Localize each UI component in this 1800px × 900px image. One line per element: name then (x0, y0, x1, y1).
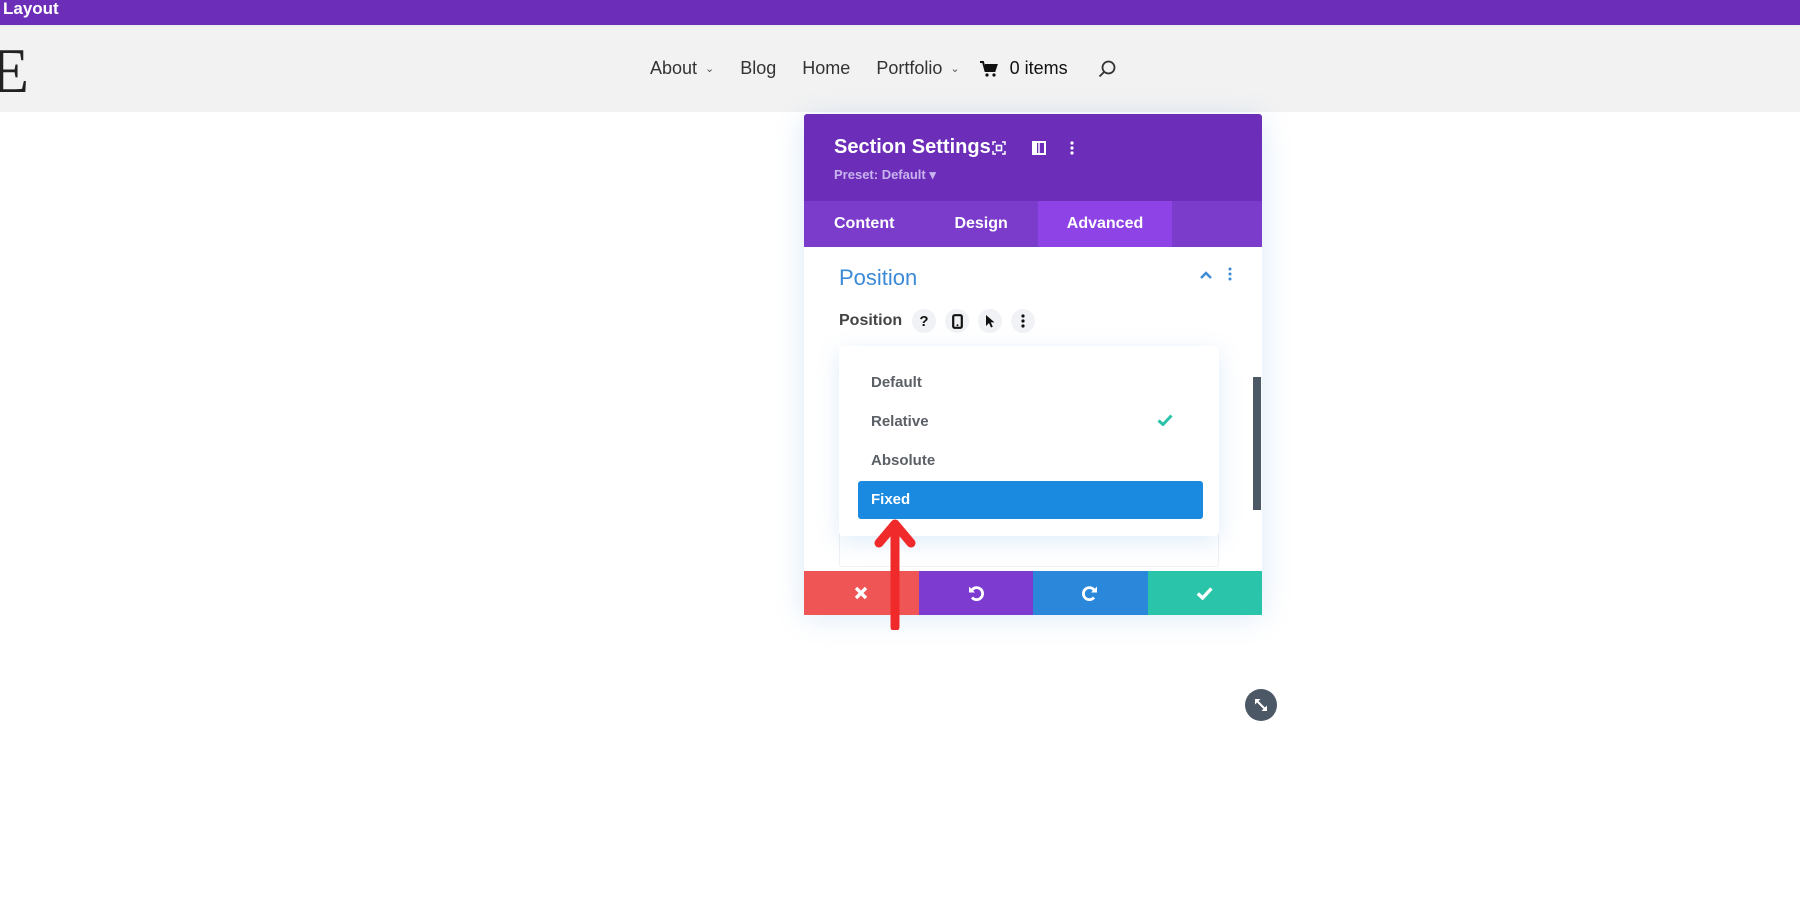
nav-item-home[interactable]: Home (802, 58, 850, 79)
builder-title: Layout (3, 0, 59, 18)
nav-label: Home (802, 58, 851, 78)
builder-top-bar: Layout (0, 0, 1800, 25)
search-button[interactable] (1098, 60, 1116, 78)
tab-design[interactable]: Design (924, 201, 1037, 247)
tab-advanced[interactable]: Advanced (1037, 201, 1172, 247)
option-default[interactable]: Default (858, 364, 1203, 402)
position-field-label: Position (839, 312, 903, 329)
nav-label: Portfolio (876, 58, 943, 78)
undo-icon (968, 586, 984, 602)
close-icon (855, 586, 868, 600)
settings-scrollbar[interactable] (1253, 377, 1261, 510)
option-absolute[interactable]: Absolute (858, 442, 1203, 480)
option-label: Fixed (871, 491, 911, 508)
main-nav: About ⌄ Blog Home Portfolio ⌄ 0 items (650, 58, 1116, 79)
check-icon (1157, 403, 1173, 441)
preset-selector[interactable]: Preset: Default ▾ (834, 167, 936, 183)
sidebar-layout-icon[interactable] (1027, 136, 1051, 160)
option-fixed[interactable]: Fixed (858, 481, 1203, 519)
annotation-arrow-icon (874, 519, 916, 630)
more-vertical-icon[interactable] (1228, 267, 1232, 286)
modal-body: Position Position ? Default Relative Abs… (804, 247, 1262, 570)
site-header: E About ⌄ Blog Home Portfolio ⌄ 0 items (0, 25, 1800, 112)
modal-header[interactable]: Section Settings Preset: Default ▾ (804, 114, 1262, 201)
save-button[interactable] (1147, 571, 1262, 615)
section-title[interactable]: Position (839, 265, 917, 291)
cart-link[interactable]: 0 items (979, 58, 1068, 79)
option-relative[interactable]: Relative (858, 403, 1203, 441)
more-vertical-icon[interactable] (1011, 309, 1035, 333)
nav-item-about[interactable]: About ⌄ (650, 58, 714, 79)
resize-handle[interactable] (1245, 689, 1277, 721)
redo-button[interactable] (1033, 571, 1148, 615)
nav-label: About (650, 58, 698, 78)
check-icon (1196, 586, 1213, 600)
chevron-down-icon: ⌄ (705, 63, 715, 75)
cart-icon (979, 60, 998, 77)
nav-item-portfolio[interactable]: Portfolio ⌄ (876, 58, 959, 79)
modal-title: Section Settings (834, 136, 991, 158)
section-settings-modal: Section Settings Preset: Default ▾ Conte… (804, 114, 1262, 615)
site-logo[interactable]: E (0, 39, 29, 103)
option-label: Default (871, 374, 922, 391)
option-label: Relative (871, 413, 929, 430)
more-vertical-icon[interactable] (1060, 136, 1084, 160)
redo-icon (1082, 586, 1098, 602)
chevron-up-icon[interactable] (1199, 267, 1213, 285)
nav-label: Blog (740, 58, 777, 78)
option-label: Absolute (871, 452, 936, 469)
modal-tabs: Content Design Advanced (804, 201, 1262, 247)
chevron-down-icon: ⌄ (950, 63, 960, 75)
undo-button[interactable] (918, 571, 1033, 615)
resize-diagonal-icon (1255, 699, 1267, 711)
modal-footer (804, 571, 1262, 615)
tab-content[interactable]: Content (804, 201, 924, 247)
fullscreen-icon[interactable] (987, 136, 1011, 160)
nav-item-blog[interactable]: Blog (740, 58, 776, 79)
position-dropdown: Default Relative Absolute Fixed (839, 346, 1219, 536)
cart-label: 0 items (1009, 58, 1068, 78)
help-icon[interactable]: ? (912, 309, 936, 333)
search-icon (1098, 60, 1116, 77)
hover-cursor-icon[interactable] (978, 309, 1002, 333)
mobile-icon[interactable] (945, 309, 969, 333)
